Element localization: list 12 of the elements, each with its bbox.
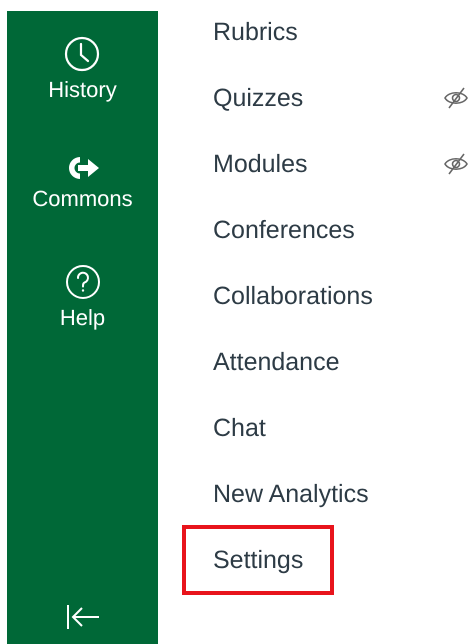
course-nav-link[interactable]: New Analytics	[213, 477, 369, 511]
global-nav-link[interactable]: Help	[60, 304, 106, 332]
global-nav-link[interactable]: History	[48, 76, 117, 104]
course-nav-link[interactable]: Modules	[213, 147, 308, 181]
global-nav-link[interactable]: Commons	[32, 185, 133, 213]
course-nav-link[interactable]: Attendance	[213, 345, 340, 379]
course-nav-link[interactable]: Collaborations	[213, 279, 373, 313]
course-nav-link[interactable]: Quizzes	[213, 81, 304, 115]
course-nav-link[interactable]: Settings	[182, 525, 334, 595]
course-nav-link[interactable]: Rubrics	[213, 15, 298, 49]
course-nav-link[interactable]: Chat	[213, 411, 266, 445]
course-nav-link[interactable]: Conferences	[213, 213, 355, 247]
